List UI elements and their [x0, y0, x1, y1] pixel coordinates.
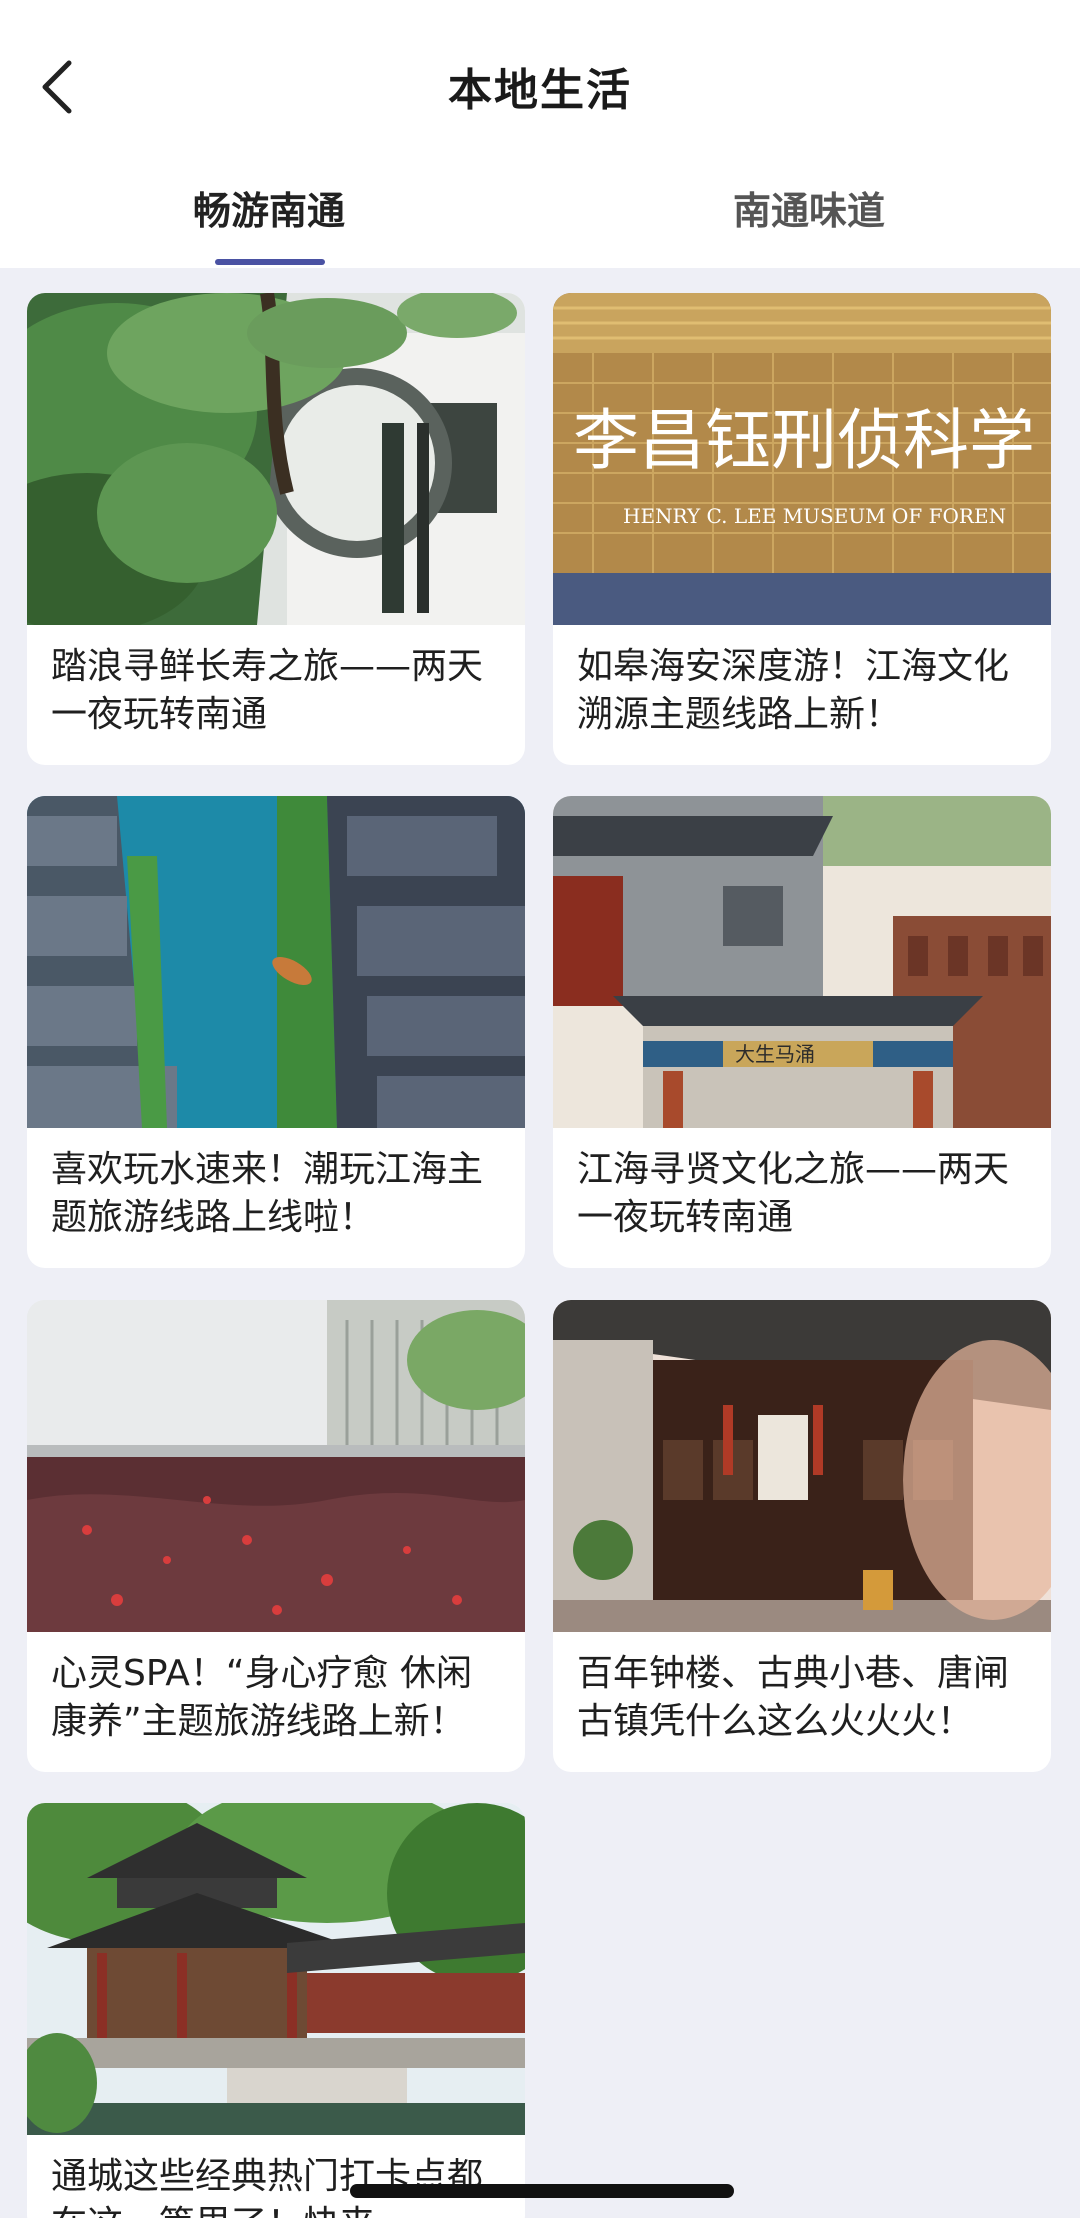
page-title: 本地生活 — [448, 65, 632, 116]
article-card[interactable]: 百年钟楼、古典小巷、唐闸古镇凭什么这么火火火！ — [553, 1300, 1051, 1772]
article-title: 心灵SPA！“身心疗愈 休闲康养”主题旅游线路上新！ — [51, 1653, 472, 1742]
museum-sign-text: 李昌钰刑侦科学 — [573, 402, 1035, 479]
article-image: 大生马涌 — [553, 796, 1051, 1128]
article-title: 踏浪寻鲜长寿之旅——两天一夜玩转南通 — [51, 646, 484, 735]
tab-nantong-weidao[interactable]: 南通味道 — [659, 180, 959, 235]
article-title: 喜欢玩水速来！潮玩江海主题旅游线路上线啦！ — [51, 1149, 484, 1238]
header: 本地生活 畅游南通 南通味道 — [0, 0, 1080, 268]
article-image — [27, 1803, 525, 2135]
home-indicator[interactable] — [350, 2184, 734, 2198]
article-card[interactable]: 心灵SPA！“身心疗愈 休闲康养”主题旅游线路上新！ — [27, 1300, 525, 1772]
article-title: 百年钟楼、古典小巷、唐闸古镇凭什么这么火火火！ — [577, 1653, 1010, 1742]
local-life-page: 本地生活 畅游南通 南通味道 踏浪寻鲜长寿之旅——两天一夜玩转南通 李昌钰刑侦科… — [0, 0, 1080, 2218]
article-card[interactable]: 踏浪寻鲜长寿之旅——两天一夜玩转南通 — [27, 293, 525, 765]
article-image — [27, 293, 525, 625]
article-image — [27, 796, 525, 1128]
tab-changyou-nantong[interactable]: 畅游南通 — [119, 180, 419, 235]
museum-sign-subtext: HENRY C. LEE MUSEUM OF FOREN — [623, 504, 1006, 528]
article-card[interactable]: 通城这些经典热门打卡点都在这一篇里了！快来 — [27, 1803, 525, 2218]
article-image — [27, 1300, 525, 1632]
article-card[interactable]: 喜欢玩水速来！潮玩江海主题旅游线路上线啦！ — [27, 796, 525, 1268]
article-image: 李昌钰刑侦科学 HENRY C. LEE MUSEUM OF FOREN — [553, 293, 1051, 625]
article-title: 江海寻贤文化之旅——两天一夜玩转南通 — [577, 1149, 1010, 1238]
gate-plaque-text: 大生马涌 — [735, 1042, 815, 1066]
article-card[interactable]: 李昌钰刑侦科学 HENRY C. LEE MUSEUM OF FOREN 如皋海… — [553, 293, 1051, 765]
active-tab-indicator — [215, 259, 325, 265]
article-image — [553, 1300, 1051, 1632]
article-card[interactable]: 大生马涌 江海寻贤文化之旅——两天一夜玩转南通 — [553, 796, 1051, 1268]
article-title: 如皋海安深度游！江海文化溯源主题线路上新！ — [577, 646, 1010, 735]
